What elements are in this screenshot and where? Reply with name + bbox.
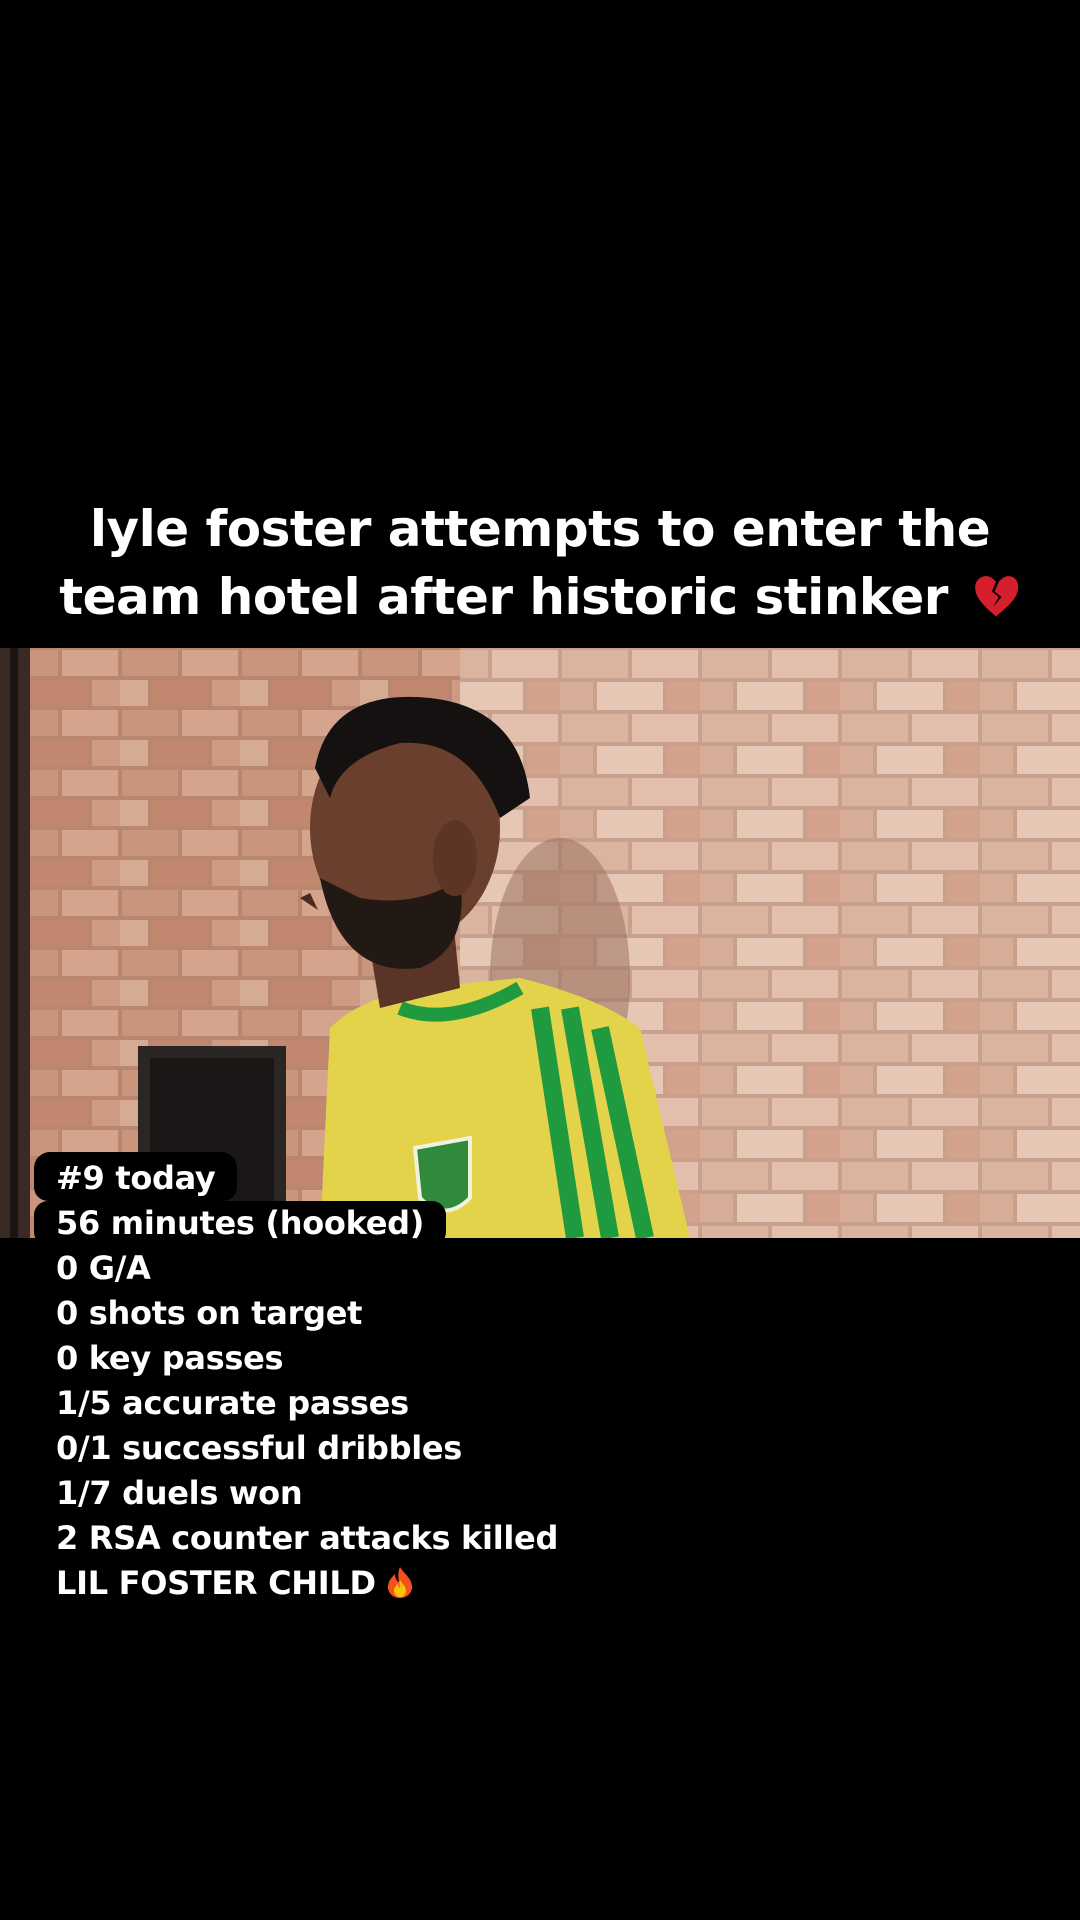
stat-line: 1/5 accurate passes xyxy=(34,1381,431,1426)
stat-line: 2 RSA counter attacks killed xyxy=(34,1516,581,1561)
stat-line: 0 G/A xyxy=(34,1246,173,1291)
stat-line: 0 shots on target xyxy=(34,1291,385,1336)
fire-icon xyxy=(387,1567,412,1598)
stat-line: 0/1 successful dribbles xyxy=(34,1426,485,1471)
stats-overlay: #9 today 56 minutes (hooked) 0 G/A 0 sho… xyxy=(34,1152,581,1606)
video-caption: lyle foster attempts to enter the team h… xyxy=(0,495,1080,631)
caption-line-2: team hotel after historic stinker xyxy=(0,563,1080,631)
caption-line-2-text: team hotel after historic stinker xyxy=(59,568,948,626)
video-frame[interactable] xyxy=(0,648,1080,1238)
video-still xyxy=(0,648,1080,1238)
stat-line: 1/7 duels won xyxy=(34,1471,325,1516)
caption-line-1: lyle foster attempts to enter the xyxy=(89,500,991,558)
stat-line: 0 key passes xyxy=(34,1336,306,1381)
stat-line-last-text: LIL FOSTER CHILD xyxy=(56,1564,376,1602)
stat-line-last: LIL FOSTER CHILD xyxy=(34,1561,440,1606)
broken-heart-icon xyxy=(974,576,1019,617)
stat-line: 56 minutes (hooked) xyxy=(34,1201,447,1246)
stat-line: #9 today xyxy=(34,1152,238,1201)
